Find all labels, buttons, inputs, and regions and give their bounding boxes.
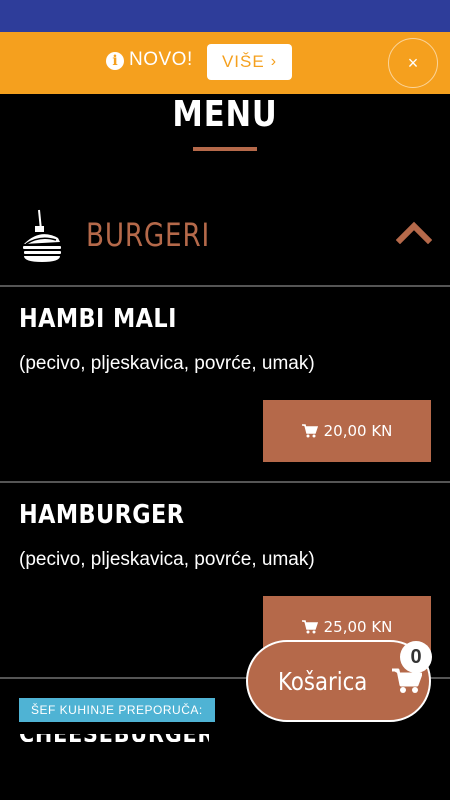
status-bar	[0, 0, 450, 32]
item-description: (pecivo, pljeskavica, povrće, umak)	[19, 353, 315, 374]
promo-text: NOVO!	[129, 49, 193, 70]
cart-icon	[301, 424, 318, 438]
more-button-label: VIŠE	[221, 52, 265, 71]
cart-count-badge: 0	[400, 641, 432, 673]
close-icon: ×	[407, 52, 419, 73]
promo-banner: i NOVO! VIŠE › ×	[0, 32, 450, 94]
item-description: (pecivo, pljeskavica, povrće, umak)	[19, 549, 315, 570]
category-name: BURGERI	[86, 216, 211, 254]
item-price: 25,00 KN	[323, 618, 393, 636]
item-name: HAMBI MALI	[19, 304, 177, 334]
item-name: HAMBURGER	[19, 500, 185, 530]
add-to-cart-button[interactable]: 20,00 KN	[263, 400, 431, 462]
chevron-right-icon: ›	[270, 53, 278, 70]
cart-button-label: Košarica	[278, 666, 368, 696]
burger-icon	[23, 209, 61, 262]
divider	[0, 481, 450, 483]
divider	[0, 285, 450, 287]
info-circle-icon: i	[106, 52, 124, 70]
title-underline	[193, 147, 257, 151]
next-item-name: CHEESEBURGER	[19, 734, 209, 742]
more-button[interactable]: VIŠE ›	[207, 44, 292, 80]
category-header-burgeri[interactable]: BURGERI	[0, 196, 450, 276]
page-title: MENU	[172, 94, 278, 135]
item-price: 20,00 KN	[323, 422, 393, 440]
chef-recommends-badge: ŠEF KUHINJE PREPORUČA:	[19, 698, 215, 722]
item-name: CHEESEBURGER	[19, 734, 209, 742]
chevron-up-icon[interactable]	[396, 220, 432, 244]
cart-icon	[301, 620, 318, 634]
close-promo-button[interactable]: ×	[388, 38, 438, 88]
